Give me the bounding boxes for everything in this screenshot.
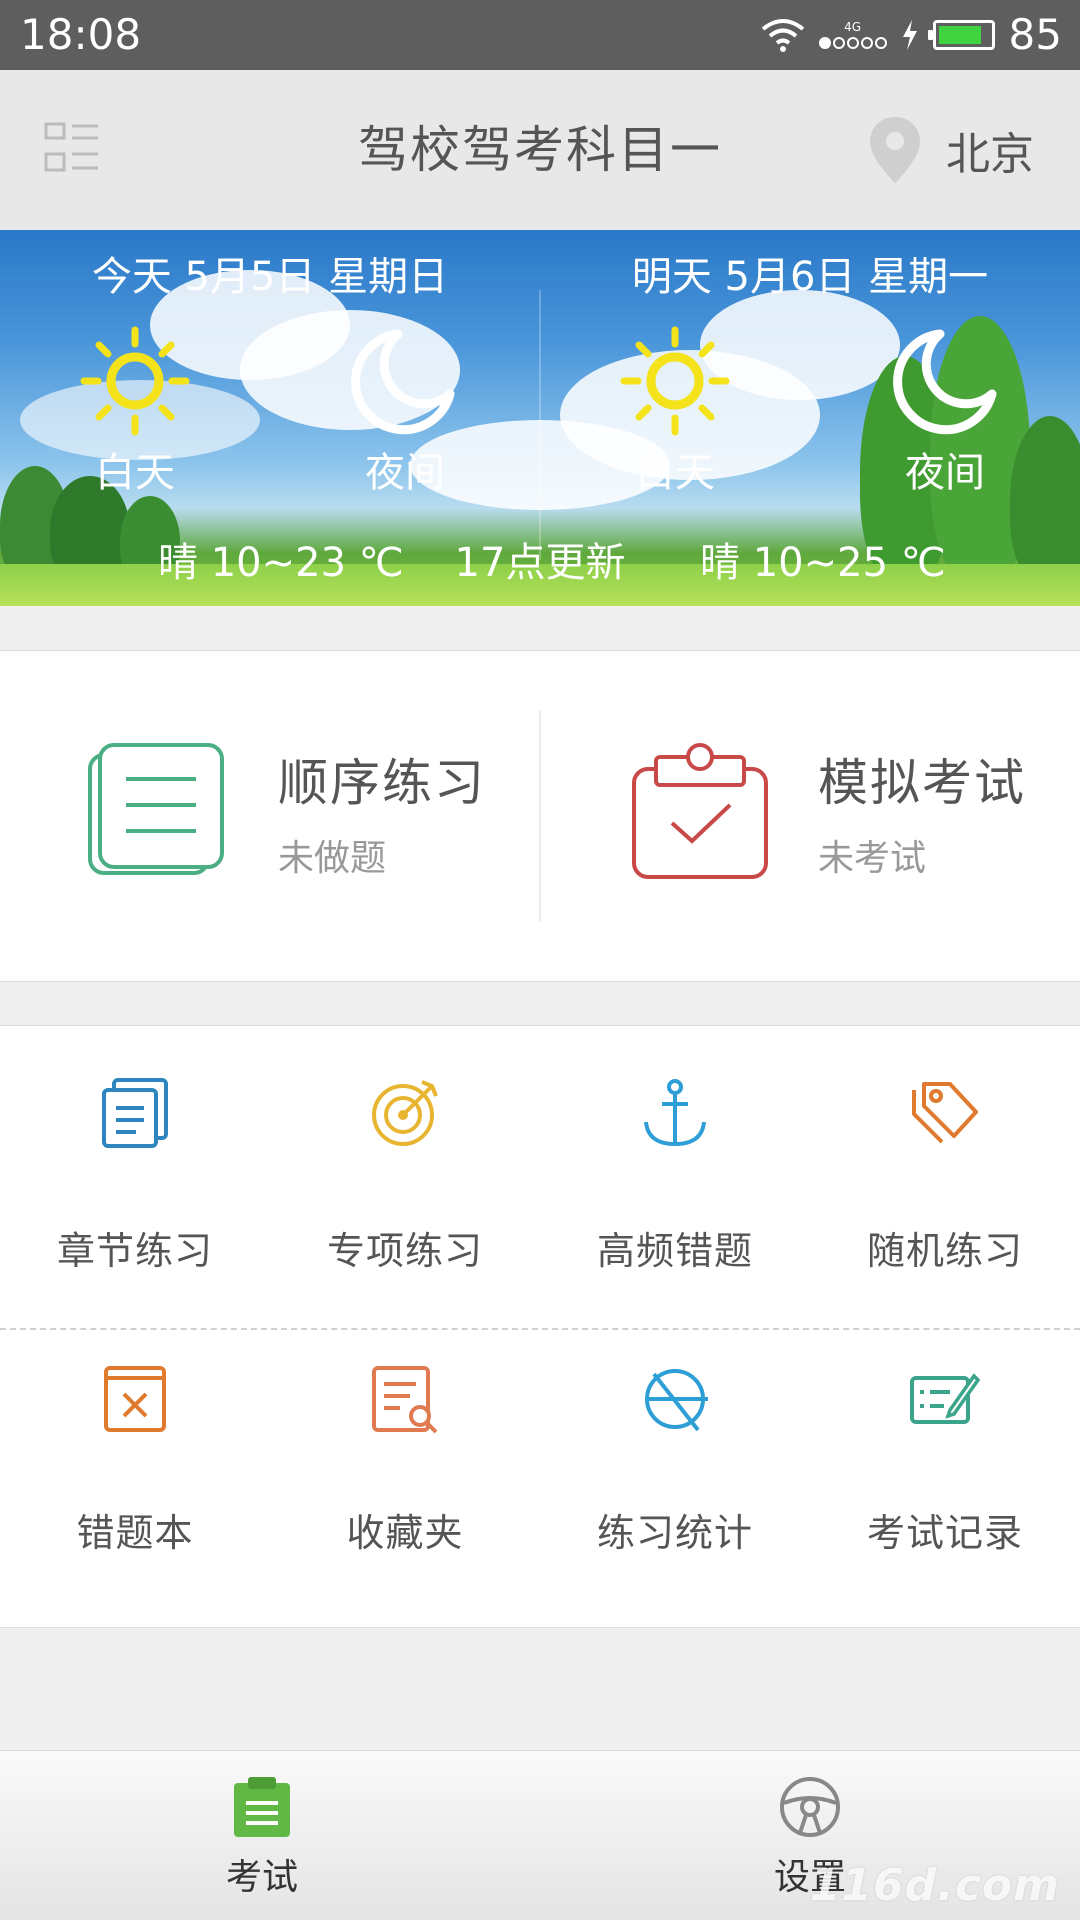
mock-exam-status: 未考试 bbox=[818, 838, 927, 879]
battery-icon bbox=[927, 20, 995, 50]
grid-label: 考试记录 bbox=[866, 1511, 1023, 1555]
today-date: 今天 5月5日 星期日 bbox=[91, 254, 449, 300]
chapter-practice-button[interactable]: 章节练习 bbox=[0, 1026, 270, 1326]
tags-icon bbox=[912, 1082, 978, 1144]
favorites-button[interactable]: 收藏夹 bbox=[270, 1330, 540, 1628]
network-type: 4G bbox=[844, 20, 862, 34]
today-night-label: 夜间 bbox=[365, 450, 445, 496]
moon-icon bbox=[351, 329, 455, 435]
charging-icon bbox=[902, 20, 917, 50]
tab-exam[interactable]: 考试 bbox=[162, 1771, 362, 1911]
special-practice-button[interactable]: 专项练习 bbox=[270, 1026, 540, 1326]
tomorrow-summary: 晴 10~25 ℃ bbox=[700, 540, 946, 586]
grid-label: 随机练习 bbox=[866, 1229, 1023, 1273]
tab-label: 考试 bbox=[225, 1857, 298, 1898]
watermark: 116d.com bbox=[809, 1860, 1060, 1911]
city-selector[interactable]: 北京 bbox=[868, 112, 1034, 188]
status-icons: 4G 85 bbox=[761, 8, 1062, 62]
status-time: 18:08 bbox=[20, 10, 142, 59]
frequent-errors-button[interactable]: 高频错题 bbox=[540, 1026, 810, 1326]
grid-label: 章节练习 bbox=[56, 1229, 213, 1273]
statistics-icon bbox=[645, 1369, 708, 1432]
mock-exam-button[interactable]: 模拟考试 未考试 bbox=[540, 651, 1080, 983]
location-pin-icon bbox=[870, 117, 920, 183]
moon-icon bbox=[893, 329, 997, 435]
tomorrow-day-label: 白天 bbox=[635, 450, 715, 496]
main-actions-card: 顺序练习 未做题 模拟考试 未考试 bbox=[0, 650, 1080, 982]
clipboard-check-icon bbox=[632, 743, 768, 879]
battery-level: 85 bbox=[1008, 10, 1062, 59]
sequential-practice-button[interactable]: 顺序练习 未做题 bbox=[0, 651, 540, 983]
signal-icon: 4G bbox=[818, 20, 887, 49]
sequential-practice-status: 未做题 bbox=[278, 838, 387, 879]
exam-records-button[interactable]: 考试记录 bbox=[810, 1330, 1080, 1628]
today-day-label: 白天 bbox=[95, 450, 175, 496]
weather-banner: 今天 5月5日 星期日 明天 5月6日 星期一 白天 夜间 白天 夜间 晴 10… bbox=[0, 230, 1080, 606]
steering-wheel-icon bbox=[780, 1777, 840, 1837]
wrong-book-icon bbox=[104, 1366, 166, 1432]
grid-label: 练习统计 bbox=[596, 1511, 753, 1555]
grid-label: 专项练习 bbox=[326, 1229, 483, 1273]
city-label: 北京 bbox=[946, 129, 1034, 180]
mock-exam-title: 模拟考试 bbox=[818, 754, 1026, 812]
exam-record-icon bbox=[910, 1373, 980, 1424]
favorites-search-icon bbox=[372, 1366, 438, 1434]
sequential-practice-title: 顺序练习 bbox=[278, 754, 486, 812]
anchor-icon bbox=[644, 1079, 706, 1147]
sun-icon bbox=[80, 326, 190, 436]
list-icon bbox=[88, 743, 224, 875]
status-bar: 18:08 4G 85 bbox=[0, 0, 1080, 70]
grid-label: 收藏夹 bbox=[346, 1511, 464, 1555]
grid-label: 错题本 bbox=[76, 1511, 194, 1555]
practice-stats-button[interactable]: 练习统计 bbox=[540, 1330, 810, 1628]
wrong-book-button[interactable]: 错题本 bbox=[0, 1330, 270, 1628]
exam-tab-icon bbox=[234, 1777, 290, 1837]
tomorrow-date: 明天 5月6日 星期一 bbox=[631, 254, 989, 300]
wifi-icon bbox=[761, 19, 804, 52]
sun-icon bbox=[620, 326, 730, 436]
tomorrow-night-label: 夜间 bbox=[905, 450, 985, 496]
target-icon bbox=[372, 1080, 438, 1146]
app-header: 驾校驾考科目一 北京 bbox=[0, 70, 1080, 230]
documents-icon bbox=[102, 1078, 168, 1148]
practice-grid: 章节练习 专项练习 高频错题 随机练习 错题本 收藏夹 练习统计 考试记录 bbox=[0, 1025, 1080, 1628]
random-practice-button[interactable]: 随机练习 bbox=[810, 1026, 1080, 1326]
grid-label: 高频错题 bbox=[596, 1229, 753, 1273]
